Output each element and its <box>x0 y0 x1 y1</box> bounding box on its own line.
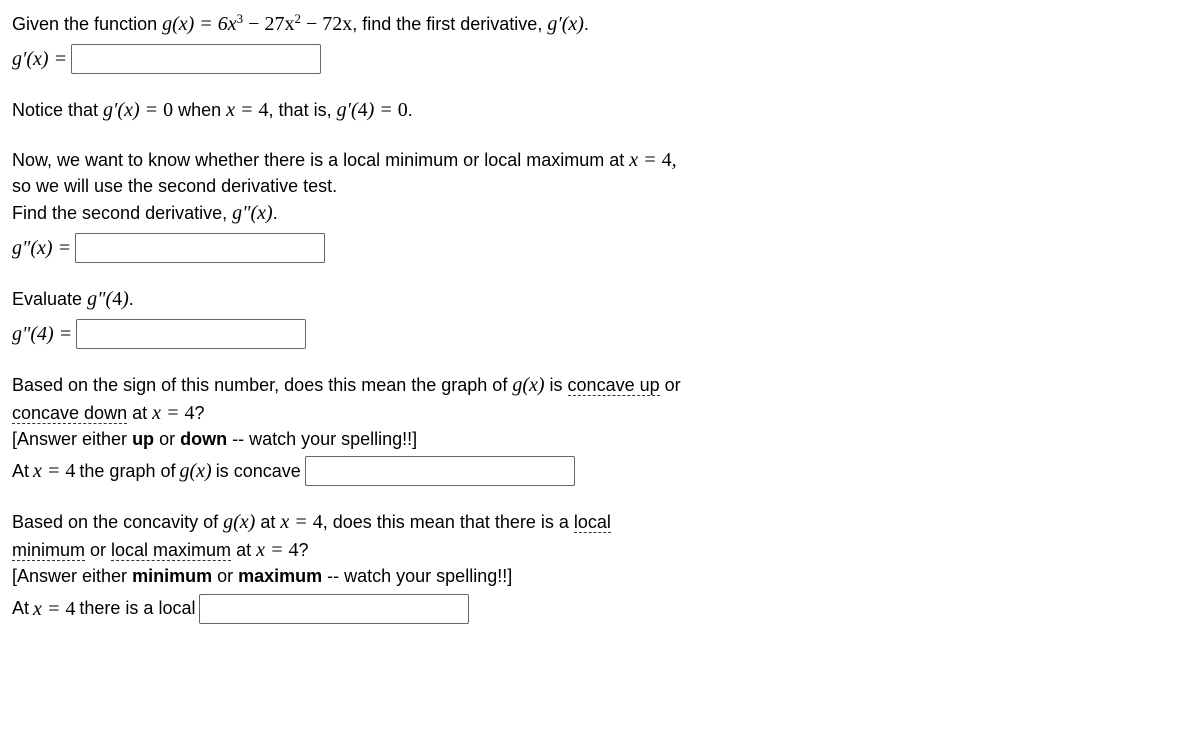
q6-l1c: at <box>255 512 280 532</box>
q3-line2: so we will use the second derivative tes… <box>12 174 1188 199</box>
q6-l3c: or <box>212 566 238 586</box>
q1-text: Given the function <box>12 14 162 34</box>
q6-l1a: Based on the concavity of <box>12 512 223 532</box>
q6-min: minimum <box>132 566 212 586</box>
q4-line1: Evaluate g"(4). <box>12 285 1188 313</box>
q6-l4a: At <box>12 596 29 621</box>
q2-line: Notice that g′(x) = 0 when x = 4, that i… <box>12 100 413 120</box>
q3-l1a: Now, we want to know whether there is a … <box>12 150 629 170</box>
question-1: Given the function g(x) = 6x3 − 27x2 − 7… <box>12 10 1188 74</box>
q6-l1e: , does this mean that there is a <box>323 512 574 532</box>
q5-l3e: -- watch your spelling!!] <box>227 429 417 449</box>
local-maximum-link: local maximum <box>111 540 231 561</box>
q6-line2: minimum or local maximum at x = 4? <box>12 536 1188 564</box>
question-3: Now, we want to know whether there is a … <box>12 146 1188 263</box>
q6-l4c: there is a local <box>79 596 195 621</box>
q1-mid2: − 72x <box>301 13 352 35</box>
q6-l3a: [Answer either <box>12 566 132 586</box>
q5-l4c: the graph of <box>79 459 175 484</box>
q5-line1: Based on the sign of this number, does t… <box>12 371 1188 399</box>
q6-l4b: x = 4 <box>33 595 75 623</box>
g-double-prime-input[interactable] <box>75 233 325 263</box>
q1-label: g′(x) = <box>12 45 67 73</box>
q3-line3: Find the second derivative, g"(x). <box>12 199 1188 227</box>
q5-l1b: g(x) <box>512 374 544 396</box>
q5-l2d: ? <box>194 403 204 423</box>
q5-l2b: at <box>127 403 152 423</box>
q6-max: maximum <box>238 566 322 586</box>
question-2: Notice that g′(x) = 0 when x = 4, that i… <box>12 96 1188 124</box>
question-6: Based on the concavity of g(x) at x = 4,… <box>12 508 1188 623</box>
q3-label: g"(x) = <box>12 234 71 262</box>
q3-l1b: x = 4, <box>629 149 676 171</box>
q5-up: up <box>132 429 154 449</box>
q5-l4a: At <box>12 459 29 484</box>
concave-down-link: concave down <box>12 403 127 424</box>
q5-l1a: Based on the sign of this number, does t… <box>12 375 512 395</box>
q6-l2d: at <box>231 540 256 560</box>
q6-l2f: ? <box>298 540 308 560</box>
q5-line3: [Answer either up or down -- watch your … <box>12 427 1188 452</box>
q1-func: g(x) = 6x <box>162 13 237 35</box>
q1-deriv: g′(x) <box>547 13 584 35</box>
g-double-prime-4-input[interactable] <box>76 319 306 349</box>
concave-input[interactable] <box>305 456 575 486</box>
q6-l1d: x = 4 <box>280 511 322 533</box>
q1-prompt: Given the function g(x) = 6x3 − 27x2 − 7… <box>12 10 1188 38</box>
q5-l2c: x = 4 <box>152 402 194 424</box>
question-5: Based on the sign of this number, does t… <box>12 371 1188 486</box>
q3-l3a: Find the second derivative, <box>12 203 232 223</box>
q5-l1e: or <box>660 375 681 395</box>
q6-line3: [Answer either minimum or maximum -- wat… <box>12 564 1188 589</box>
q4-label: g"(4) = <box>12 320 72 348</box>
minimum-link: minimum <box>12 540 85 561</box>
q5-l1c: is <box>545 375 568 395</box>
q1-period: . <box>584 14 589 34</box>
q6-l1b: g(x) <box>223 511 255 533</box>
question-4: Evaluate g"(4). g"(4) = <box>12 285 1188 349</box>
q5-line2: concave down at x = 4? <box>12 399 1188 427</box>
q1-suffix: , find the first derivative, <box>352 14 547 34</box>
q5-l4d: g(x) <box>179 457 211 485</box>
q3-l3b: g"(x) <box>232 202 273 224</box>
q6-l2b: or <box>85 540 111 560</box>
q6-l2e: x = 4 <box>256 539 298 561</box>
q3-line1: Now, we want to know whether there is a … <box>12 146 1188 174</box>
q1-mid1: − 27x <box>243 13 294 35</box>
concave-up-link: concave up <box>568 375 660 396</box>
g-prime-input[interactable] <box>71 44 321 74</box>
q5-l3c: or <box>154 429 180 449</box>
q5-l4e: is concave <box>216 459 301 484</box>
q6-line1: Based on the concavity of g(x) at x = 4,… <box>12 508 1188 536</box>
q6-l3e: -- watch your spelling!!] <box>322 566 512 586</box>
q5-l3a: [Answer either <box>12 429 132 449</box>
local-link: local <box>574 512 611 533</box>
q3-l3c: . <box>273 203 278 223</box>
q5-down: down <box>180 429 227 449</box>
q5-l4b: x = 4 <box>33 457 75 485</box>
local-extremum-input[interactable] <box>199 594 469 624</box>
